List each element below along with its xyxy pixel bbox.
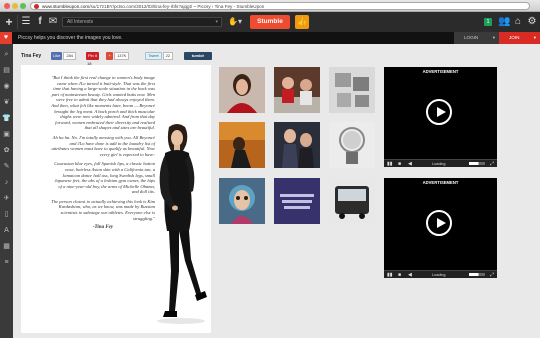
fullscreen-icon[interactable]: ⤢ — [490, 272, 494, 278]
zoom-window-button[interactable] — [20, 3, 26, 9]
google-plus-icon: + — [106, 52, 113, 60]
fullscreen-icon[interactable]: ⤢ — [490, 161, 494, 167]
layers-icon[interactable]: ▤ — [2, 66, 11, 75]
play-icon[interactable] — [426, 99, 452, 125]
add-plus-icon[interactable]: + — [3, 16, 15, 28]
facebook-like-button[interactable]: Like 284 — [51, 52, 81, 60]
facebook-share-icon[interactable]: f — [34, 16, 46, 28]
stop-icon[interactable]: ■ — [398, 161, 401, 167]
interest-select[interactable]: All Interests ▾ — [62, 17, 222, 27]
video-ad-player[interactable]: ADVERTISEMENT ▮▮ ■ ◀ Loading ⤢ — [384, 67, 497, 167]
thumbnail-image[interactable] — [329, 67, 375, 113]
stop-icon[interactable]: ■ — [398, 272, 401, 278]
thumbnail-image[interactable] — [274, 122, 320, 168]
toolbar-divider — [17, 15, 18, 29]
thumbnail-image[interactable] — [329, 178, 375, 224]
thumbnail-image[interactable] — [219, 67, 265, 113]
main-image[interactable]: "But I think the first real change in wo… — [21, 65, 211, 333]
subbar-message: Piccsy helps you discover the images you… — [18, 35, 123, 41]
pin-it-button[interactable]: Pin it18 — [86, 52, 104, 66]
left-sidebar: ⌕ ▤ ◉ ❦ 👕 ▣ ✿ ✎ ♪ ✈ ▯ A ▦ ≡ — [0, 44, 13, 338]
heart-icon[interactable]: ♥ — [0, 32, 12, 44]
tweet-button[interactable]: Tweet 22 — [145, 52, 179, 60]
notification-badge[interactable]: 1 — [484, 18, 492, 26]
camera-icon[interactable]: ◉ — [2, 82, 11, 91]
sheet-icon[interactable]: ▦ — [2, 242, 11, 251]
ad-label: ADVERTISEMENT — [422, 69, 459, 74]
brush-icon[interactable]: ✎ — [2, 162, 11, 171]
google-plus-button[interactable]: +137K — [106, 52, 136, 60]
search-icon[interactable]: ⌕ — [2, 50, 11, 59]
list-icon[interactable]: ≡ — [2, 258, 11, 267]
site-subbar: ♥ Piccsy helps you discover the images y… — [0, 32, 540, 44]
woman-figure-image — [157, 124, 207, 324]
tablet-icon[interactable]: ▯ — [2, 210, 11, 219]
plane-icon[interactable]: ✈ — [2, 194, 11, 203]
pause-icon[interactable]: ▮▮ — [387, 161, 393, 167]
minimize-window-button[interactable] — [12, 3, 18, 9]
leaf-icon[interactable]: ❦ — [2, 98, 11, 107]
shirt-icon[interactable]: 👕 — [2, 114, 11, 123]
chevron-down-icon: ▾ — [215, 19, 218, 25]
thumbs-up-button[interactable]: 👍 — [295, 15, 309, 29]
volume-icon[interactable]: ◀ — [408, 272, 412, 278]
pawprint-icon[interactable]: ✿ — [2, 146, 11, 155]
pause-icon[interactable]: ▮▮ — [387, 272, 393, 278]
thumbnail-image[interactable] — [274, 178, 320, 224]
thumbnail-image[interactable] — [219, 178, 265, 224]
message-icon[interactable]: ✉ — [47, 16, 59, 28]
browser-titlebar: www.stumbleupon.com/su/17z1BY/pctso.com/… — [0, 0, 540, 12]
music-icon[interactable]: ♪ — [2, 178, 11, 187]
loading-status: Loading — [432, 273, 446, 277]
thumbnail-image[interactable] — [274, 67, 320, 113]
video-ad-player[interactable]: ADVERTISEMENT ▮▮ ■ ◀ Loading ⤢ — [384, 178, 497, 278]
chevron-down-icon: ▾ — [492, 35, 495, 40]
join-button[interactable]: JOIN ▾ — [499, 32, 540, 44]
volume-slider[interactable] — [469, 273, 485, 276]
loading-status: Loading — [432, 162, 446, 166]
player-controls: ▮▮ ■ ◀ Loading ⤢ — [384, 270, 497, 278]
volume-icon[interactable]: ◀ — [408, 161, 412, 167]
menu-icon[interactable]: ☰ — [20, 16, 32, 28]
site-favicon-icon — [34, 4, 39, 9]
thumbnail-image[interactable] — [219, 122, 265, 168]
address-bar[interactable]: www.stumbleupon.com/su/17z1BY/pctso.com/… — [30, 2, 530, 10]
text-icon[interactable]: A — [2, 226, 11, 235]
play-icon[interactable] — [426, 210, 452, 236]
page-title: Tina Fey — [21, 53, 42, 59]
stumble-button[interactable]: Stumble — [250, 15, 290, 29]
ad-label: ADVERTISEMENT — [422, 180, 459, 185]
thumbs-down-icon[interactable]: ✋▾ — [228, 16, 246, 28]
stumbleupon-toolbar: + ☰ f ✉ All Interests ▾ ✋▾ Stumble 👍 1 👥… — [0, 12, 540, 32]
tumblr-share-button[interactable]: tumblr — [184, 52, 212, 60]
chevron-down-icon: ▾ — [533, 35, 536, 40]
gift-icon[interactable]: ▣ — [2, 130, 11, 139]
close-window-button[interactable] — [4, 3, 10, 9]
url-text: www.stumbleupon.com/su/17z1BY/pctso.com/… — [42, 4, 265, 9]
volume-slider[interactable] — [469, 162, 485, 165]
gear-icon[interactable]: ⚙ — [526, 16, 538, 28]
people-icon[interactable]: 👥 — [498, 16, 510, 28]
home-icon[interactable]: ⌂ — [512, 16, 524, 28]
login-button[interactable]: LOGIN ▾ — [454, 32, 499, 44]
player-controls: ▮▮ ■ ◀ Loading ⤢ — [384, 159, 497, 167]
thumbnail-image[interactable] — [329, 122, 375, 168]
